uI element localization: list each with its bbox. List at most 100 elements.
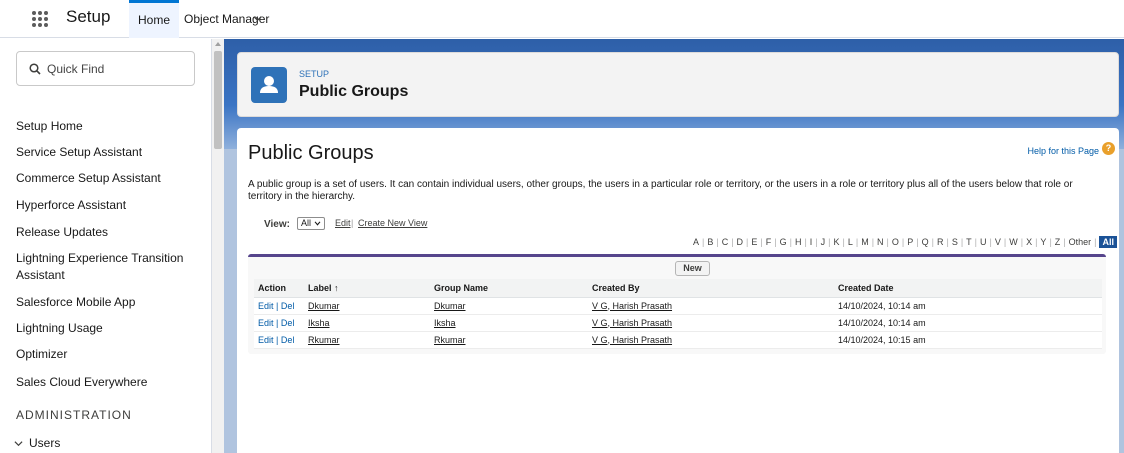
- scroll-up-arrow-icon[interactable]: [215, 42, 221, 46]
- column-header-group-name[interactable]: Group Name: [430, 279, 588, 298]
- help-icon[interactable]: ?: [1102, 142, 1115, 155]
- page-description: A public group is a set of users. It can…: [248, 179, 1073, 202]
- alpha-filter-j[interactable]: J: [821, 237, 826, 247]
- sidebar-item-commerce-setup-assistant[interactable]: Commerce Setup Assistant: [16, 171, 161, 186]
- alpha-filter-z[interactable]: Z: [1055, 237, 1061, 247]
- sidebar-item-salesforce-mobile-app[interactable]: Salesforce Mobile App: [16, 295, 135, 310]
- alpha-filter-w[interactable]: W: [1009, 237, 1018, 247]
- content-card: Public Groups Help for this Page ? A pub…: [237, 128, 1119, 453]
- alpha-filter-e[interactable]: E: [751, 237, 757, 247]
- alpha-filter-x[interactable]: X: [1026, 237, 1032, 247]
- alpha-filter-t[interactable]: T: [966, 237, 972, 247]
- user-icon: [251, 67, 287, 103]
- group-label-link[interactable]: Rkumar: [308, 335, 340, 345]
- alpha-filter-u[interactable]: U: [980, 237, 987, 247]
- delete-link[interactable]: Del: [281, 318, 295, 328]
- sidebar-item-hyperforce-assistant[interactable]: Hyperforce Assistant: [16, 198, 126, 213]
- alpha-filter-c[interactable]: C: [722, 237, 729, 247]
- column-header-created-date[interactable]: Created Date: [834, 279, 1102, 298]
- alpha-separator: |: [931, 237, 934, 247]
- alpha-separator: |: [746, 237, 749, 247]
- edit-link[interactable]: Edit: [258, 318, 274, 328]
- sidebar-item-release-updates[interactable]: Release Updates: [16, 225, 108, 240]
- alpha-filter-y[interactable]: Y: [1040, 237, 1046, 247]
- view-edit-link[interactable]: Edit: [335, 218, 351, 228]
- alpha-separator: |: [1049, 237, 1052, 247]
- alpha-filter-all[interactable]: All: [1099, 236, 1117, 248]
- quick-find-input[interactable]: Quick Find: [16, 51, 195, 86]
- alpha-separator: |: [1063, 237, 1066, 247]
- alpha-separator: |: [731, 237, 734, 247]
- groups-table: Action Label ↑ Group Name Created By Cre…: [254, 279, 1102, 349]
- row-actions: Edit | Del: [254, 331, 304, 349]
- view-label: View:: [264, 219, 290, 230]
- sidebar-section-administration: ADMINISTRATION: [16, 408, 132, 422]
- group-name-link[interactable]: Rkumar: [434, 335, 466, 345]
- alpha-filter-k[interactable]: K: [833, 237, 839, 247]
- sidebar-item-optimizer[interactable]: Optimizer: [16, 347, 67, 362]
- chevron-down-icon: [14, 441, 23, 447]
- alpha-filter-p[interactable]: P: [907, 237, 913, 247]
- app-launcher-icon[interactable]: [32, 11, 48, 27]
- page-title: Public Groups: [299, 83, 409, 100]
- alpha-filter-s[interactable]: S: [952, 237, 958, 247]
- view-select[interactable]: All: [297, 217, 326, 230]
- sidebar-item-setup-home[interactable]: Setup Home: [16, 119, 83, 134]
- alpha-filter-v[interactable]: V: [995, 237, 1001, 247]
- help-for-this-page-link[interactable]: Help for this Page: [1027, 146, 1099, 156]
- sidebar-item-sales-cloud-everywhere[interactable]: Sales Cloud Everywhere: [16, 375, 147, 390]
- delete-link[interactable]: Del: [281, 301, 295, 311]
- tab-home[interactable]: Home: [129, 0, 179, 38]
- chevron-down-icon[interactable]: [253, 14, 262, 23]
- created-date: 14/10/2024, 10:14 am: [834, 297, 1102, 315]
- alpha-filter-n[interactable]: N: [877, 237, 884, 247]
- delete-link[interactable]: Del: [281, 335, 295, 345]
- alpha-separator: |: [1035, 237, 1038, 247]
- scrollbar-thumb[interactable]: [214, 51, 222, 149]
- alpha-filter-q[interactable]: Q: [922, 237, 929, 247]
- created-by-link[interactable]: V G, Harish Prasath: [592, 301, 672, 311]
- sidebar-scrollbar[interactable]: [212, 39, 224, 453]
- column-header-label[interactable]: Label ↑: [304, 279, 430, 298]
- table-row: Edit | Del Rkumar Rkumar V G, Harish Pra…: [254, 331, 1102, 349]
- view-separator: |: [351, 218, 354, 228]
- alpha-filter-other[interactable]: Other: [1069, 237, 1092, 247]
- group-name-link[interactable]: Dkumar: [434, 301, 466, 311]
- group-name-link[interactable]: Iksha: [434, 318, 456, 328]
- alpha-filter-i[interactable]: I: [810, 237, 813, 247]
- created-by-link[interactable]: V G, Harish Prasath: [592, 335, 672, 345]
- sidebar-item-service-setup-assistant[interactable]: Service Setup Assistant: [16, 145, 142, 160]
- alpha-filter-a[interactable]: A: [693, 237, 699, 247]
- new-button[interactable]: New: [675, 261, 710, 276]
- alpha-filter-o[interactable]: O: [892, 237, 899, 247]
- sidebar-item-lightning-usage[interactable]: Lightning Usage: [16, 321, 103, 336]
- alpha-separator: |: [760, 237, 763, 247]
- alpha-filter-h[interactable]: H: [795, 237, 802, 247]
- create-new-view-link[interactable]: Create New View: [358, 218, 427, 228]
- created-by-link[interactable]: V G, Harish Prasath: [592, 318, 672, 328]
- edit-link[interactable]: Edit: [258, 301, 274, 311]
- alpha-separator: |: [804, 237, 807, 247]
- alpha-filter-b[interactable]: B: [707, 237, 713, 247]
- alpha-filter-l[interactable]: L: [848, 237, 853, 247]
- table-row: Edit | Del Dkumar Dkumar V G, Harish Pra…: [254, 297, 1102, 315]
- sidebar-item-users[interactable]: Users: [14, 436, 60, 450]
- alpha-filter-g[interactable]: G: [780, 237, 787, 247]
- alpha-filter-f[interactable]: F: [766, 237, 772, 247]
- action-separator: |: [276, 300, 279, 311]
- alpha-filter-r[interactable]: R: [937, 237, 944, 247]
- alpha-filter-m[interactable]: M: [861, 237, 869, 247]
- alpha-separator: |: [989, 237, 992, 247]
- edit-link[interactable]: Edit: [258, 335, 274, 345]
- column-header-created-by[interactable]: Created By: [588, 279, 834, 298]
- alpha-filter-d[interactable]: D: [737, 237, 744, 247]
- sidebar-item-lightning-transition-line1[interactable]: Lightning Experience Transition: [16, 251, 183, 266]
- group-label-link[interactable]: Iksha: [308, 318, 330, 328]
- created-date: 14/10/2024, 10:14 am: [834, 314, 1102, 332]
- group-label-link[interactable]: Dkumar: [308, 301, 340, 311]
- column-header-action: Action: [254, 279, 304, 298]
- chevron-down-icon: [314, 221, 321, 226]
- sidebar-item-lightning-transition-line2[interactable]: Assistant: [16, 268, 65, 283]
- alpha-separator: |: [774, 237, 777, 247]
- alpha-separator: |: [1094, 237, 1097, 247]
